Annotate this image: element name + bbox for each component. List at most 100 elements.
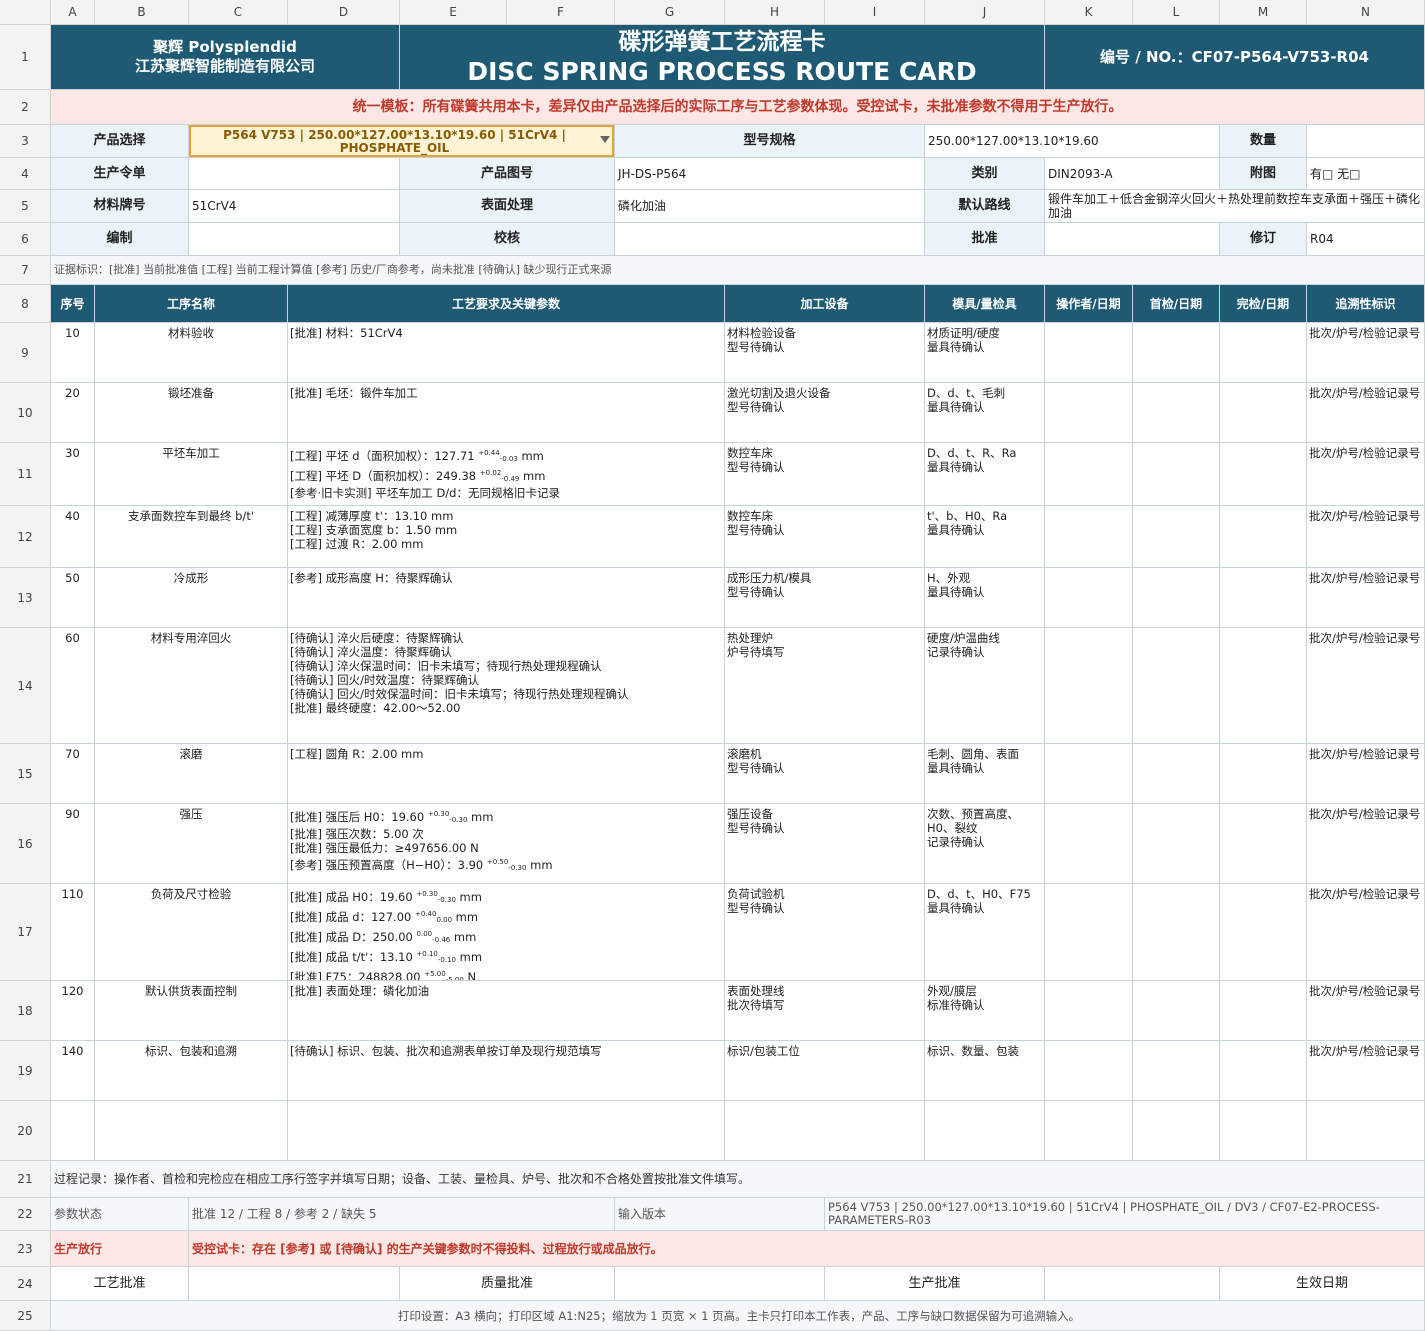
process-tooling[interactable]: 材质证明/硬度 量具待确认 <box>925 323 1045 383</box>
operator-date-cell[interactable] <box>1045 1041 1133 1101</box>
row-header-9[interactable]: 9 <box>0 323 51 383</box>
material-value[interactable]: 51CrV4 <box>189 190 400 223</box>
approve-value[interactable] <box>1045 223 1220 256</box>
process-name[interactable]: 材料专用淬回火 <box>95 628 288 744</box>
final-check-cell[interactable] <box>1220 568 1307 628</box>
drawing-value[interactable]: JH-DS-P564 <box>615 158 925 190</box>
process-params[interactable]: [待确认] 淬火后硬度：待聚辉确认 [待确认] 淬火温度：待聚辉确认 [待确认]… <box>288 628 725 744</box>
row-header-21[interactable]: 21 <box>0 1161 51 1198</box>
surface-value[interactable]: 磷化加油 <box>615 190 925 223</box>
column-header-F[interactable]: F <box>507 0 615 25</box>
first-check-cell[interactable] <box>1133 568 1220 628</box>
final-check-cell[interactable] <box>1220 804 1307 884</box>
row-header-2[interactable]: 2 <box>0 90 51 125</box>
column-header-C[interactable]: C <box>189 0 288 25</box>
operator-date-cell[interactable] <box>1045 443 1133 506</box>
process-name[interactable]: 材料验收 <box>95 323 288 383</box>
qty-value[interactable] <box>1307 125 1425 158</box>
process-trace[interactable]: 批次/炉号/检验记录号 <box>1307 383 1425 443</box>
row-header-25[interactable]: 25 <box>0 1301 51 1331</box>
process-params[interactable]: [参考] 成形高度 H：待聚辉确认 <box>288 568 725 628</box>
first-check-cell[interactable] <box>1133 443 1220 506</box>
empty-cell[interactable] <box>1133 1101 1220 1161</box>
first-check-cell[interactable] <box>1133 1041 1220 1101</box>
process-trace[interactable]: 批次/炉号/检验记录号 <box>1307 1041 1425 1101</box>
first-check-cell[interactable] <box>1133 744 1220 804</box>
row-header-19[interactable]: 19 <box>0 1041 51 1101</box>
process-equipment[interactable]: 数控车床 型号待确认 <box>725 443 925 506</box>
process-name[interactable]: 标识、包装和追溯 <box>95 1041 288 1101</box>
process-equipment[interactable]: 强压设备 型号待确认 <box>725 804 925 884</box>
process-seq[interactable]: 30 <box>51 443 95 506</box>
route-value[interactable]: 锻件车加工＋低合金钢淬火回火＋热处理前数控车支承面＋强压＋磷化加油 <box>1045 190 1425 223</box>
first-check-cell[interactable] <box>1133 506 1220 568</box>
process-trace[interactable]: 批次/炉号/检验记录号 <box>1307 884 1425 981</box>
operator-date-cell[interactable] <box>1045 383 1133 443</box>
column-header-D[interactable]: D <box>288 0 400 25</box>
first-check-cell[interactable] <box>1133 804 1220 884</box>
row-header-24[interactable]: 24 <box>0 1267 51 1301</box>
process-name[interactable]: 锻坯准备 <box>95 383 288 443</box>
process-params[interactable]: [批准] 强压后 H0：19.60 +0.30-0.30 mm [批准] 强压次数… <box>288 804 725 884</box>
order-value[interactable] <box>189 158 400 190</box>
row-header-8[interactable]: 8 <box>0 285 51 323</box>
process-equipment[interactable]: 标识/包装工位 <box>725 1041 925 1101</box>
process-params[interactable]: [批准] 材料：51CrV4 <box>288 323 725 383</box>
process-tooling[interactable]: 次数、预置高度、H0、裂纹 记录待确认 <box>925 804 1045 884</box>
process-params[interactable]: [工程] 平坯 d（面积加权）：127.71 +0.44-0.03 mm [工程]… <box>288 443 725 506</box>
row-header-10[interactable]: 10 <box>0 383 51 443</box>
process-params[interactable]: [批准] 表面处理：磷化加油 <box>288 981 725 1041</box>
process-name[interactable]: 默认供货表面控制 <box>95 981 288 1041</box>
first-check-cell[interactable] <box>1133 383 1220 443</box>
process-tooling[interactable]: 标识、数量、包装 <box>925 1041 1045 1101</box>
row-header-16[interactable]: 16 <box>0 804 51 884</box>
quality-approval-sign[interactable] <box>615 1267 825 1301</box>
column-header-H[interactable]: H <box>725 0 825 25</box>
row-header-23[interactable]: 23 <box>0 1231 51 1267</box>
row-header-17[interactable]: 17 <box>0 884 51 981</box>
process-equipment[interactable]: 热处理炉 炉号待填写 <box>725 628 925 744</box>
row-header-6[interactable]: 6 <box>0 223 51 256</box>
process-equipment[interactable]: 表面处理线 批次待填写 <box>725 981 925 1041</box>
first-check-cell[interactable] <box>1133 323 1220 383</box>
process-seq[interactable]: 10 <box>51 323 95 383</box>
chevron-down-icon[interactable] <box>600 136 610 143</box>
final-check-cell[interactable] <box>1220 323 1307 383</box>
empty-cell[interactable] <box>51 1101 95 1161</box>
process-trace[interactable]: 批次/炉号/检验记录号 <box>1307 506 1425 568</box>
column-header-I[interactable]: I <box>825 0 925 25</box>
process-tooling[interactable]: 外观/膜层 标准待确认 <box>925 981 1045 1041</box>
process-equipment[interactable]: 材料检验设备 型号待确认 <box>725 323 925 383</box>
check-value[interactable] <box>615 223 925 256</box>
process-equipment[interactable]: 负荷试验机 型号待确认 <box>725 884 925 981</box>
final-check-cell[interactable] <box>1220 628 1307 744</box>
operator-date-cell[interactable] <box>1045 744 1133 804</box>
first-check-cell[interactable] <box>1133 981 1220 1041</box>
process-trace[interactable]: 批次/炉号/检验记录号 <box>1307 744 1425 804</box>
process-seq[interactable]: 120 <box>51 981 95 1041</box>
column-header-A[interactable]: A <box>51 0 95 25</box>
process-tooling[interactable]: D、d、t、R、Ra 量具待确认 <box>925 443 1045 506</box>
process-approval-sign[interactable] <box>189 1267 400 1301</box>
operator-date-cell[interactable] <box>1045 506 1133 568</box>
final-check-cell[interactable] <box>1220 443 1307 506</box>
row-header-12[interactable]: 12 <box>0 506 51 568</box>
spec-value[interactable]: 250.00*127.00*13.10*19.60 <box>925 125 1220 158</box>
process-params[interactable]: [批准] 成品 H0：19.60 +0.30-0.30 mm [批准] 成品 d：… <box>288 884 725 981</box>
process-seq[interactable]: 20 <box>51 383 95 443</box>
select-all-corner[interactable] <box>0 0 51 25</box>
process-params[interactable]: [待确认] 标识、包装、批次和追溯表单按订单及现行规范填写 <box>288 1041 725 1101</box>
row-header-20[interactable]: 20 <box>0 1101 51 1161</box>
process-tooling[interactable]: 毛刺、圆角、表面 量具待确认 <box>925 744 1045 804</box>
process-seq[interactable]: 50 <box>51 568 95 628</box>
process-name[interactable]: 平坯车加工 <box>95 443 288 506</box>
empty-cell[interactable] <box>1307 1101 1425 1161</box>
row-header-15[interactable]: 15 <box>0 744 51 804</box>
row-header-13[interactable]: 13 <box>0 568 51 628</box>
final-check-cell[interactable] <box>1220 884 1307 981</box>
final-check-cell[interactable] <box>1220 506 1307 568</box>
process-tooling[interactable]: t'、b、H0、Ra 量具待确认 <box>925 506 1045 568</box>
process-name[interactable]: 负荷及尺寸检验 <box>95 884 288 981</box>
column-header-N[interactable]: N <box>1307 0 1425 25</box>
final-check-cell[interactable] <box>1220 981 1307 1041</box>
